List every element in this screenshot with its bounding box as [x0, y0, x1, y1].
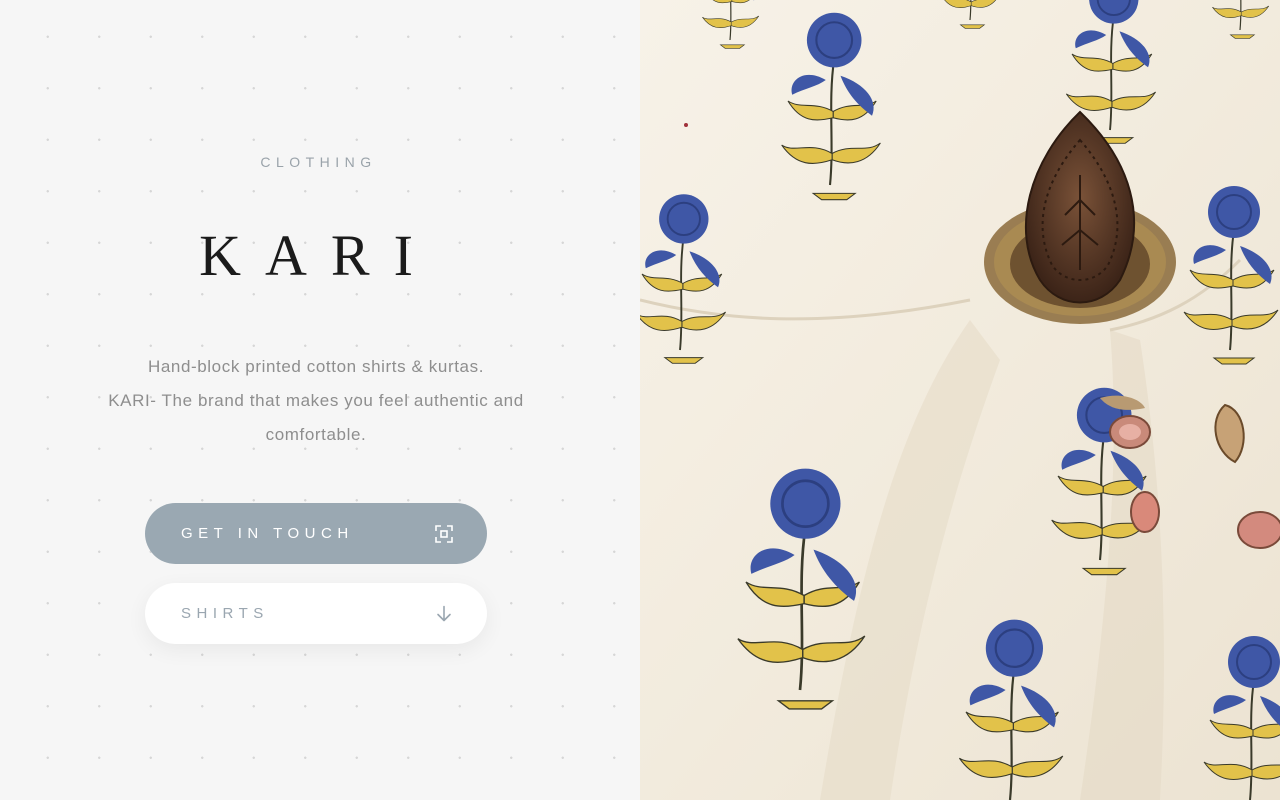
shirts-label: SHIRTS	[181, 605, 269, 622]
tagline-line-2: KARI- The brand that makes you feel auth…	[108, 391, 524, 444]
hero-panel: CLOTHING KARI Hand-block printed cotton …	[0, 0, 640, 800]
shirts-button[interactable]: SHIRTS	[145, 583, 487, 644]
product-photo	[640, 0, 1280, 800]
category-eyebrow: CLOTHING	[260, 154, 377, 170]
get-in-touch-button[interactable]: GET IN TOUCH	[145, 503, 487, 564]
get-in-touch-label: GET IN TOUCH	[181, 525, 354, 542]
tagline-line-1: Hand-block printed cotton shirts & kurta…	[147, 357, 485, 376]
fabric-illustration	[640, 0, 1280, 800]
brand-title: KARI	[199, 223, 437, 288]
arrow-down-icon	[435, 605, 453, 623]
scan-frame-icon	[435, 524, 453, 543]
brand-tagline: Hand-block printed cotton shirts & kurta…	[100, 350, 532, 452]
